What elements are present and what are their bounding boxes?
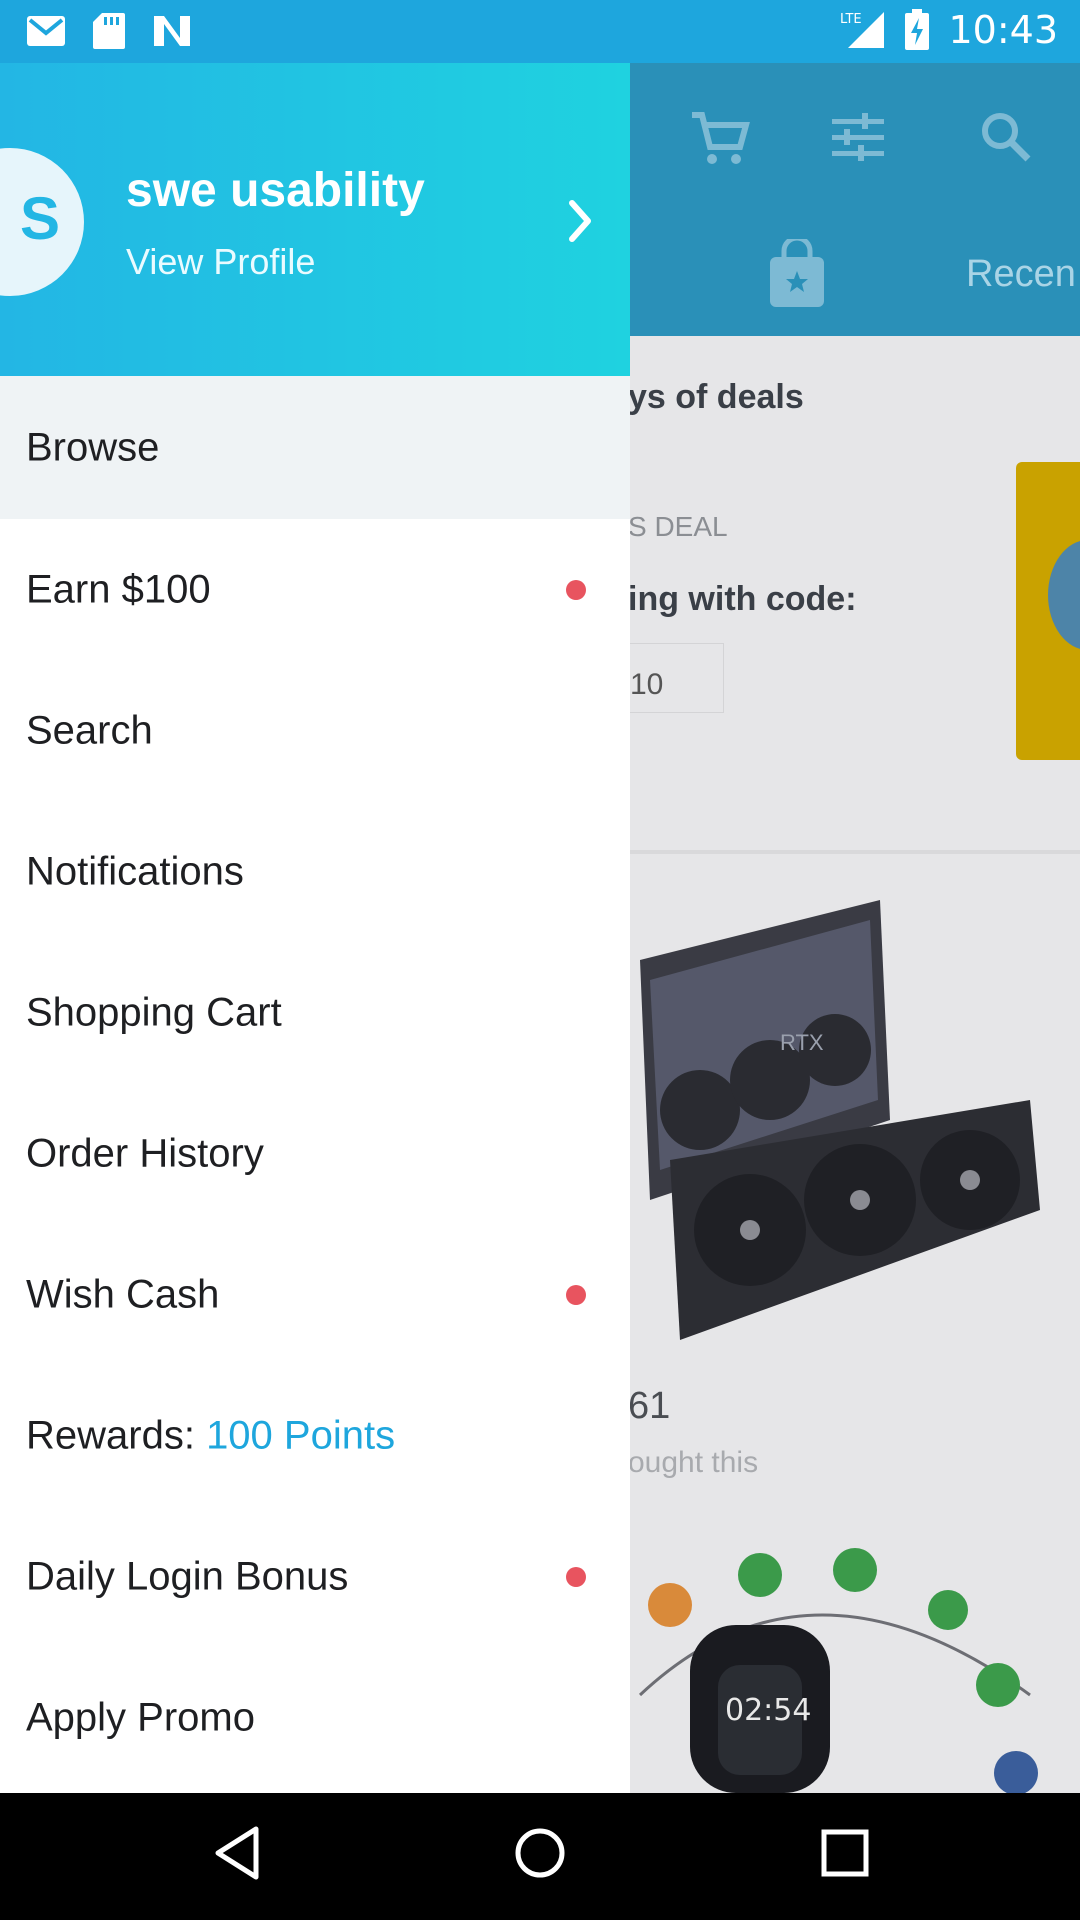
- tab-recent: Recen: [966, 253, 1076, 295]
- search-icon: [982, 113, 1031, 162]
- menu-item-label: Wish Cash: [26, 1272, 220, 1316]
- cart-icon: [692, 112, 750, 164]
- menu-item-label: Apply Promo: [26, 1695, 255, 1739]
- recents-icon[interactable]: [820, 1825, 870, 1881]
- network-type: LTE: [840, 12, 862, 27]
- gmail-icon: [27, 16, 65, 46]
- deal-code-value: 10: [630, 668, 664, 701]
- n-icon: [154, 16, 190, 46]
- deal-code-text: ing with code:: [628, 580, 857, 618]
- menu-item-label: Rewards: 100 Points: [26, 1413, 395, 1458]
- deals-title: ys of deals: [628, 378, 804, 416]
- signal-icon: LTE: [840, 12, 885, 48]
- menu-item-label: Shopping Cart: [26, 990, 282, 1034]
- sd-card-icon: [93, 13, 125, 49]
- menu-item-label: Notifications: [26, 849, 244, 893]
- menu-item-label: Daily Login Bonus: [26, 1554, 349, 1598]
- menu-item-earn[interactable]: Earn $100: [0, 519, 630, 660]
- deal-label: S DEAL: [628, 511, 728, 542]
- product-image-graphics-card: RTX: [640, 900, 1040, 1340]
- rewards-points: 100 Points: [206, 1413, 396, 1457]
- bag-tab-icon: [770, 239, 824, 307]
- product-image-fitness-band: 02:54: [638, 1548, 1038, 1793]
- section-divider: [600, 850, 1080, 854]
- status-time: 10:43: [948, 8, 1058, 52]
- status-left-icons: [26, 12, 192, 50]
- menu-item-label: Search: [26, 708, 153, 752]
- product-bought-text: ought this: [628, 1446, 759, 1479]
- profile-name: swe usability: [126, 164, 425, 217]
- menu-item-label: Order History: [26, 1131, 264, 1175]
- notification-dot: [566, 1566, 586, 1587]
- chevron-right-icon[interactable]: [568, 199, 594, 243]
- notification-dot: [566, 1284, 586, 1305]
- svg-text:02:54: 02:54: [725, 1693, 811, 1728]
- profile-header[interactable]: S swe usability View Profile: [0, 63, 630, 376]
- status-bar: LTE 10:43: [0, 0, 1080, 63]
- navigation-drawer: S swe usability View Profile Browse Earn…: [0, 63, 630, 1793]
- menu-item-search[interactable]: Search: [0, 660, 630, 801]
- avatar-letter: S: [19, 185, 60, 252]
- menu-item-notifications[interactable]: Notifications: [0, 801, 630, 942]
- back-icon[interactable]: [212, 1825, 262, 1881]
- menu-item-label: Browse: [26, 425, 160, 469]
- menu-item-shopping-cart[interactable]: Shopping Cart: [0, 942, 630, 1083]
- menu-item-label: Earn $100: [26, 567, 211, 611]
- filter-icon: [832, 113, 884, 161]
- system-nav-bar: [0, 1793, 1080, 1920]
- menu-item-wish-cash[interactable]: Wish Cash: [0, 1224, 630, 1365]
- view-profile-link[interactable]: View Profile: [126, 241, 315, 283]
- menu-item-browse[interactable]: Browse: [0, 376, 630, 519]
- notification-dot: [566, 579, 586, 600]
- rewards-label: Rewards:: [26, 1413, 207, 1457]
- home-icon[interactable]: [514, 1825, 566, 1881]
- drawer-menu: Browse Earn $100 Search Notifications Sh…: [0, 376, 630, 1788]
- menu-item-order-history[interactable]: Order History: [0, 1083, 630, 1224]
- menu-item-apply-promo[interactable]: Apply Promo: [0, 1647, 630, 1788]
- battery-charging-icon: [905, 9, 930, 50]
- menu-item-daily-login-bonus[interactable]: Daily Login Bonus: [0, 1506, 630, 1647]
- svg-text:RTX: RTX: [780, 1030, 824, 1055]
- avatar[interactable]: S: [0, 148, 84, 296]
- menu-item-rewards[interactable]: Rewards: 100 Points: [0, 1365, 630, 1506]
- product-price: 61: [628, 1385, 671, 1427]
- status-right-icons: LTE 10:43: [840, 8, 1058, 52]
